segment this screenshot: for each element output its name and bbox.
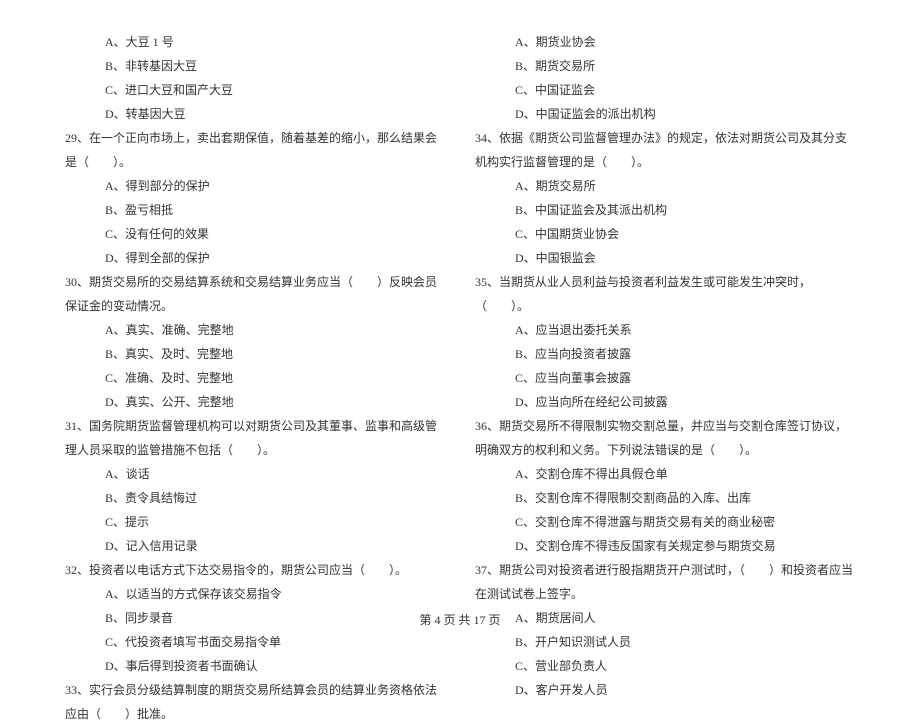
- q34-text: 34、依据《期货公司监督管理办法》的规定，依法对期货公司及其分支机构实行监督管理…: [475, 126, 855, 174]
- q35-option-c: C、应当向董事会披露: [475, 366, 855, 390]
- page-footer: 第 4 页 共 17 页: [0, 608, 920, 632]
- q31-option-a: A、谈话: [65, 462, 445, 486]
- q31-text: 31、国务院期货监督管理机构可以对期货公司及其董事、监事和高级管理人员采取的监管…: [65, 414, 445, 462]
- q33-option-a: A、期货业协会: [475, 30, 855, 54]
- q28-option-b: B、非转基因大豆: [65, 54, 445, 78]
- q29-option-b: B、盈亏相抵: [65, 198, 445, 222]
- q32-option-d: D、事后得到投资者书面确认: [65, 654, 445, 678]
- q32-text: 32、投资者以电话方式下达交易指令的，期货公司应当（ ）。: [65, 558, 445, 582]
- q30-option-a: A、真实、准确、完整地: [65, 318, 445, 342]
- q30-option-b: B、真实、及时、完整地: [65, 342, 445, 366]
- q36-option-c: C、交割仓库不得泄露与期货交易有关的商业秘密: [475, 510, 855, 534]
- q28-option-d: D、转基因大豆: [65, 102, 445, 126]
- q37-text: 37、期货公司对投资者进行股指期货开户测试时，（ ）和投资者应当在测试试卷上签字…: [475, 558, 855, 606]
- q32-option-c: C、代投资者填写书面交易指令单: [65, 630, 445, 654]
- q28-option-c: C、进口大豆和国产大豆: [65, 78, 445, 102]
- q29-option-d: D、得到全部的保护: [65, 246, 445, 270]
- q33-option-b: B、期货交易所: [475, 54, 855, 78]
- q32-option-a: A、以适当的方式保存该交易指令: [65, 582, 445, 606]
- q35-text: 35、当期货从业人员利益与投资者利益发生或可能发生冲突时，（ ）。: [475, 270, 855, 318]
- q29-option-a: A、得到部分的保护: [65, 174, 445, 198]
- q37-option-d: D、客户开发人员: [475, 678, 855, 702]
- q29-text: 29、在一个正向市场上，卖出套期保值，随着基差的缩小，那么结果会是（ ）。: [65, 126, 445, 174]
- q29-option-c: C、没有任何的效果: [65, 222, 445, 246]
- q35-option-d: D、应当向所在经纪公司披露: [475, 390, 855, 414]
- q36-option-d: D、交割仓库不得违反国家有关规定参与期货交易: [475, 534, 855, 558]
- q37-option-b: B、开户知识测试人员: [475, 630, 855, 654]
- q35-option-a: A、应当退出委托关系: [475, 318, 855, 342]
- q33-text: 33、实行会员分级结算制度的期货交易所结算会员的结算业务资格依法应由（ ）批准。: [65, 678, 445, 726]
- q31-option-d: D、记入信用记录: [65, 534, 445, 558]
- q37-option-c: C、营业部负责人: [475, 654, 855, 678]
- q30-text: 30、期货交易所的交易结算系统和交易结算业务应当（ ）反映会员保证金的变动情况。: [65, 270, 445, 318]
- q30-option-d: D、真实、公开、完整地: [65, 390, 445, 414]
- q31-option-b: B、责令具结悔过: [65, 486, 445, 510]
- q28-option-a: A、大豆 1 号: [65, 30, 445, 54]
- q33-option-c: C、中国证监会: [475, 78, 855, 102]
- q35-option-b: B、应当向投资者披露: [475, 342, 855, 366]
- q33-option-d: D、中国证监会的派出机构: [475, 102, 855, 126]
- q34-option-b: B、中国证监会及其派出机构: [475, 198, 855, 222]
- q34-option-d: D、中国银监会: [475, 246, 855, 270]
- q36-option-b: B、交割仓库不得限制交割商品的入库、出库: [475, 486, 855, 510]
- q30-option-c: C、准确、及时、完整地: [65, 366, 445, 390]
- q34-option-a: A、期货交易所: [475, 174, 855, 198]
- q36-text: 36、期货交易所不得限制实物交割总量，并应当与交割仓库签订协议，明确双方的权利和…: [475, 414, 855, 462]
- q36-option-a: A、交割仓库不得出具假仓单: [475, 462, 855, 486]
- q34-option-c: C、中国期货业协会: [475, 222, 855, 246]
- q31-option-c: C、提示: [65, 510, 445, 534]
